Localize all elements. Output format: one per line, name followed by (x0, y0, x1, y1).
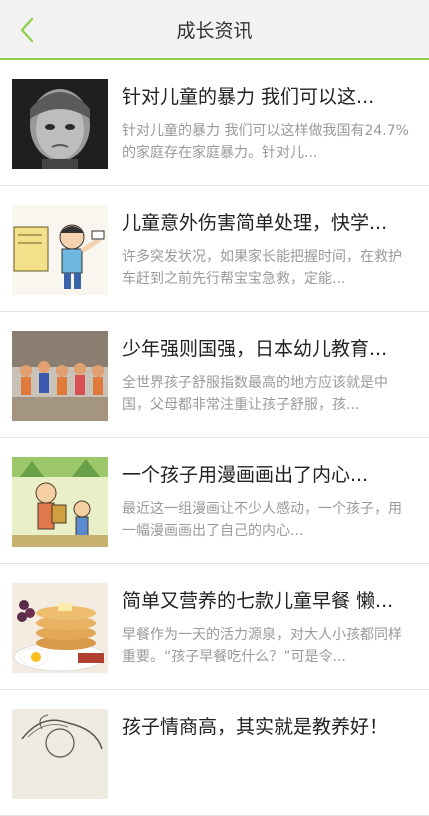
article-summary: 最近这一组漫画让不少人感动，一个孩子，用一幅漫画画出了自己的内心... (122, 501, 402, 539)
article-thumbnail (12, 709, 108, 799)
article-thumbnail (12, 79, 108, 169)
list-item[interactable]: 一个孩子用漫画画出了内心... 最近这一组漫画让不少人感动，一个孩子，用一幅漫画… (0, 438, 429, 564)
article-thumbnail (12, 583, 108, 673)
list-item[interactable]: 少年强则国强，日本幼儿教育... 全世界孩子舒服指数最高的地方应该就是中国，父母… (0, 312, 429, 438)
app-header: 成长资讯 (0, 0, 429, 60)
article-title: 一个孩子用漫画画出了内心... (122, 464, 369, 486)
article-title: 简单又营养的七款儿童早餐 懒... (122, 590, 394, 612)
article-thumbnail (12, 457, 108, 547)
article-title: 少年强则国强，日本幼儿教育... (122, 338, 388, 360)
article-summary: 早餐作为一天的活力源泉，对大人小孩都同样重要。“孩子早餐吃什么？”可是令... (122, 627, 402, 665)
page-title: 成长资讯 (176, 20, 253, 42)
article-title: 儿童意外伤害简单处理，快学... (122, 212, 388, 234)
article-summary: 针对儿童的暴力 我们可以这样做我国有24.7%的家庭存在家庭暴力。针对儿... (122, 123, 409, 161)
article-thumbnail (12, 331, 108, 421)
article-summary: 全世界孩子舒服指数最高的地方应该就是中国，父母都非常注重让孩子舒服，孩... (122, 375, 388, 413)
article-summary: 许多突发状况，如果家长能把握时间，在救护车赶到之前先行帮宝宝急救，定能... (122, 249, 402, 287)
list-item[interactable]: 儿童意外伤害简单处理，快学... 许多突发状况，如果家长能把握时间，在救护车赶到… (0, 186, 429, 312)
list-item[interactable]: 针对儿童的暴力 我们可以这... 针对儿童的暴力 我们可以这样做我国有24.7%… (0, 60, 429, 186)
list-item[interactable]: 简单又营养的七款儿童早餐 懒... 早餐作为一天的活力源泉，对大人小孩都同样重要… (0, 564, 429, 690)
list-item[interactable]: 孩子情商高，其实就是教养好！ (0, 690, 429, 816)
article-title: 针对儿童的暴力 我们可以这... (122, 86, 375, 108)
article-thumbnail (12, 205, 108, 295)
article-title: 孩子情商高，其实就是教养好！ (122, 716, 389, 738)
article-list: 针对儿童的暴力 我们可以这... 针对儿童的暴力 我们可以这样做我国有24.7%… (0, 60, 429, 816)
